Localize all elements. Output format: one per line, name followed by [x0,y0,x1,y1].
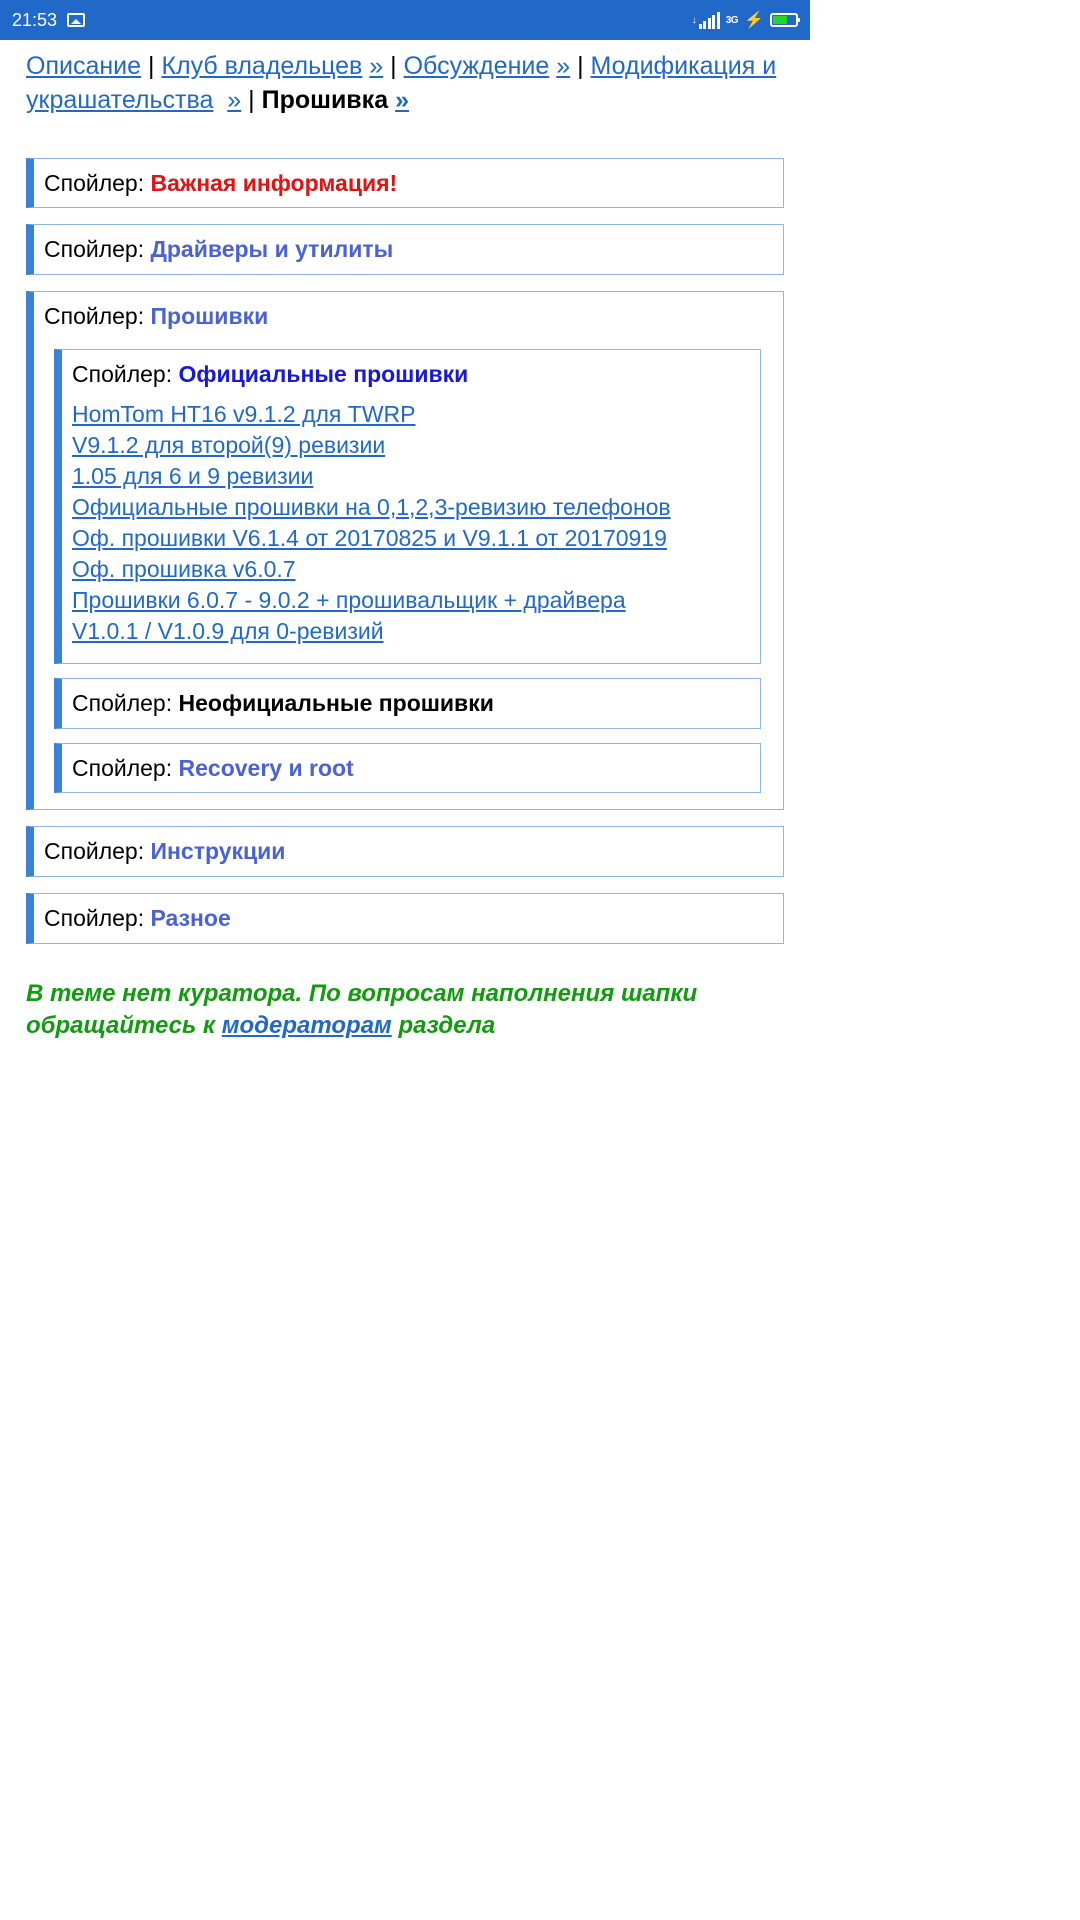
spoiler-title-drivers: Драйверы и утилиты [151,236,394,262]
spoiler-instructions[interactable]: Спойлер: Инструкции [26,826,784,877]
spoiler-label: Спойлер: [44,170,151,196]
breadcrumb: Описание | Клуб владельцев » | Обсуждени… [26,50,784,118]
breadcrumb-sep: | [577,52,590,80]
spoiler-drivers[interactable]: Спойлер: Драйверы и утилиты [26,224,784,275]
curator-note-part2: раздела [392,1012,495,1039]
breadcrumb-link-club[interactable]: Клуб владельцев [161,52,362,80]
spoiler-unofficial[interactable]: Спойлер: Неофициальные прошивки [54,678,761,729]
breadcrumb-chevron: » [369,52,383,80]
spoiler-label: Спойлер: [44,236,151,262]
spoiler-label: Спойлер: [44,905,151,931]
firmware-link[interactable]: HomTom HT16 v9.1.2 для TWRP [72,401,415,427]
moderators-link[interactable]: модераторам [222,1012,392,1039]
spoiler-title-misc: Разное [151,905,231,931]
spoiler-title-official: Официальные прошивки [179,361,469,387]
spoiler-title-important: Важная информация! [151,170,398,196]
battery-icon [770,13,798,27]
firmware-link[interactable]: 1.05 для 6 и 9 ревизии [72,463,313,489]
page-content: Описание | Клуб владельцев » | Обсуждени… [0,40,810,1043]
arrow-down-icon: ↓ [692,15,697,26]
curator-note: В теме нет куратора. По вопросам наполне… [26,978,784,1043]
breadcrumb-link-discuss[interactable]: Обсуждение [404,52,550,80]
firmware-link[interactable]: V9.1.2 для второй(9) ревизии [72,432,385,458]
spoiler-important[interactable]: Спойлер: Важная информация! [26,158,784,209]
spoiler-label: Спойлер: [72,755,179,781]
charging-icon: ⚡ [744,10,764,30]
screenshot-icon [67,13,85,27]
firmware-link[interactable]: Оф. прошивка v6.0.7 [72,556,296,582]
status-right: ↓ 3G ⚡ [692,10,798,30]
breadcrumb-chevron: » [395,86,409,114]
spoiler-title-instructions: Инструкции [151,838,286,864]
spoiler-title-recovery: Recovery и root [179,755,354,781]
firmware-link[interactable]: Официальные прошивки на 0,1,2,3-ревизию … [72,494,671,520]
spoiler-label: Спойлер: [44,838,151,864]
breadcrumb-sep: | [248,86,261,114]
spoiler-firmware[interactable]: Спойлер: Прошивки Спойлер: Официальные п… [26,291,784,810]
breadcrumb-current: Прошивка [262,86,389,114]
spoiler-official[interactable]: Спойлер: Официальные прошивки HomTom HT1… [54,349,761,664]
breadcrumb-chevron: » [556,52,570,80]
official-links-list: HomTom HT16 v9.1.2 для TWRP V9.1.2 для в… [72,399,748,647]
spoiler-label: Спойлер: [72,690,179,716]
spoiler-label: Спойлер: [72,361,179,387]
firmware-nested: Спойлер: Официальные прошивки HomTom HT1… [44,331,771,794]
network-label: 3G [726,15,738,26]
breadcrumb-chevron: » [227,86,241,114]
spoiler-title-unofficial: Неофициальные прошивки [179,690,494,716]
status-time: 21:53 [12,10,57,31]
firmware-link[interactable]: V1.0.1 / V1.0.9 для 0-ревизий [72,618,384,644]
spoiler-label: Спойлер: [44,303,151,329]
spoiler-recovery[interactable]: Спойлер: Recovery и root [54,743,761,794]
spoiler-title-firmware: Прошивки [151,303,269,329]
signal-icon [699,12,720,29]
breadcrumb-sep: | [390,52,403,80]
status-left: 21:53 [12,10,85,31]
breadcrumb-link-description[interactable]: Описание [26,52,141,80]
firmware-link[interactable]: Прошивки 6.0.7 - 9.0.2 + прошивальщик + … [72,587,626,613]
firmware-link[interactable]: Оф. прошивки V6.1.4 от 20170825 и V9.1.1… [72,525,667,551]
status-bar: 21:53 ↓ 3G ⚡ [0,0,810,40]
spoiler-misc[interactable]: Спойлер: Разное [26,893,784,944]
breadcrumb-sep: | [148,52,161,80]
